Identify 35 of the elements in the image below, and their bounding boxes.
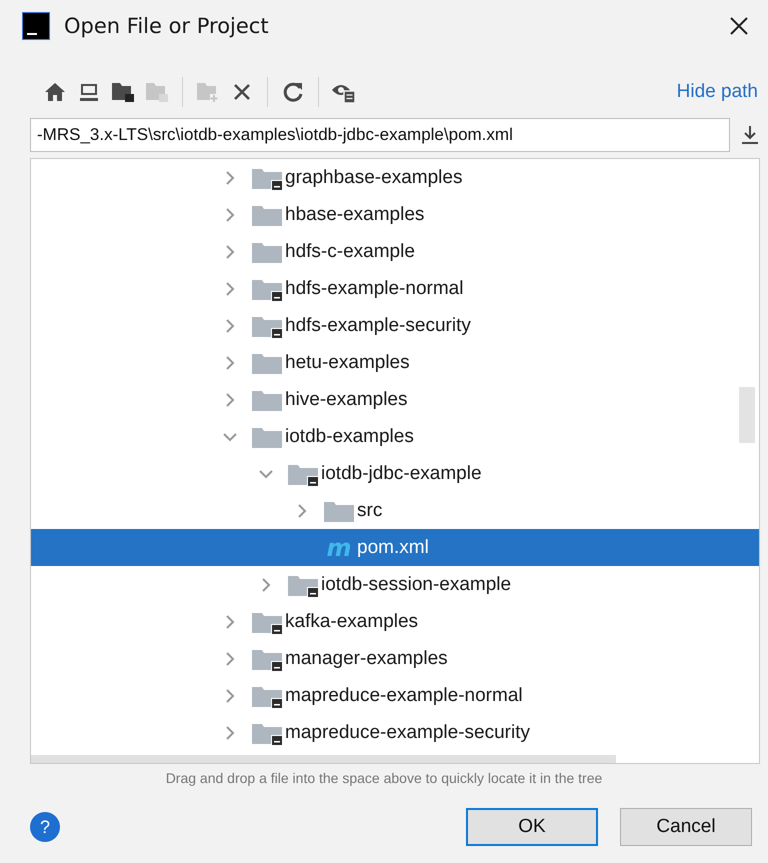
tree-item[interactable]: kafka-examples — [31, 603, 759, 640]
refresh-icon — [282, 81, 304, 103]
tree-item[interactable]: mapreduce-example-security — [31, 714, 759, 751]
help-button[interactable]: ? — [30, 812, 60, 842]
tree-item[interactable]: iotdb-session-example — [31, 566, 759, 603]
tree-item[interactable]: src — [31, 492, 759, 529]
folder-icon — [111, 81, 135, 103]
tree-item[interactable]: m pom.xml — [31, 529, 759, 566]
home-icon — [44, 82, 66, 102]
tree-item[interactable]: hbase-examples — [31, 196, 759, 233]
download-icon[interactable] — [740, 124, 760, 146]
tree-item[interactable]: iotdb-jdbc-example — [31, 455, 759, 492]
folder-icon — [145, 81, 169, 103]
tree-item[interactable]: hdfs-c-example — [31, 233, 759, 270]
path-field[interactable]: -MRS_3.x-LTS\src\iotdb-examples\iotdb-jdbc-example\pom.xml — [30, 118, 730, 152]
maven-icon: m — [323, 536, 355, 560]
tree-item[interactable]: hdfs-example-normal — [31, 270, 759, 307]
tree-item[interactable]: hetu-examples — [31, 344, 759, 381]
window-title: Open File or Project — [64, 14, 270, 38]
tree-item[interactable]: manager-examples — [31, 640, 759, 677]
dialog-button[interactable]: Cancel — [620, 808, 752, 846]
tree-item[interactable]: mapreduce-example-normal — [31, 677, 759, 714]
monitor-icon — [78, 82, 100, 102]
tree-item[interactable]: graphbase-examples — [31, 159, 759, 196]
tree-item[interactable]: hive-examples — [31, 381, 759, 418]
dialog-button[interactable]: OK — [466, 808, 598, 846]
new-folder-icon — [196, 81, 220, 103]
hide-path-link[interactable]: Hide path — [676, 81, 758, 103]
hint-text: Drag and drop a file into the space above to quickly locate it in the tree — [164, 770, 604, 786]
app-logo-icon — [22, 12, 50, 40]
scrollbar-thumb[interactable] — [739, 387, 755, 443]
horizontal-scrollbar[interactable] — [31, 755, 616, 763]
close-icon — [233, 83, 251, 101]
tree-item[interactable]: hdfs-example-security — [31, 307, 759, 344]
tree-item[interactable]: iotdb-examples — [31, 418, 759, 455]
